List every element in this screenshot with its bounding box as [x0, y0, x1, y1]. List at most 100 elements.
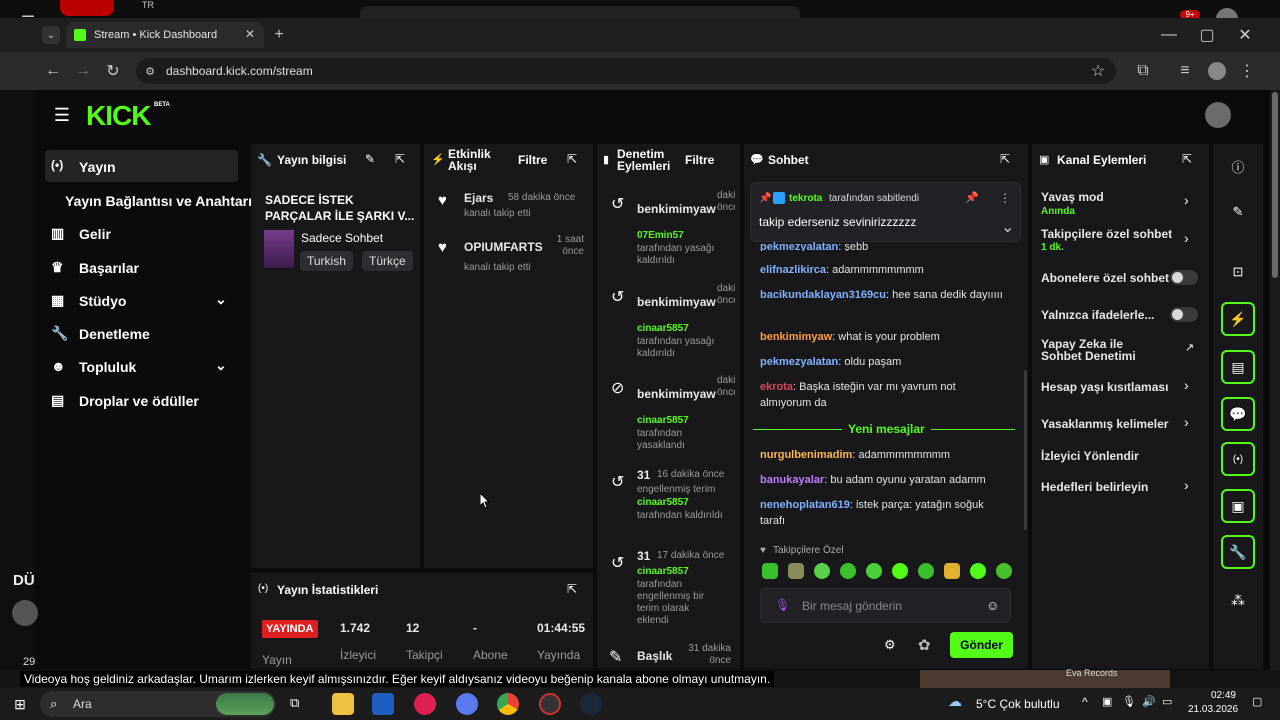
- mod-actor[interactable]: cinaar5857: [637, 497, 689, 508]
- chat-username[interactable]: ekrota: [760, 381, 793, 393]
- maximize-icon[interactable]: ▢: [1198, 26, 1216, 44]
- chat-username[interactable]: pekmezyalatan: [760, 241, 838, 251]
- popout-icon[interactable]: ⇱: [567, 152, 577, 166]
- tab-close-icon[interactable]: ✕: [242, 26, 258, 42]
- mod-actor[interactable]: cinaar5857: [637, 415, 689, 426]
- emote-icon[interactable]: [814, 563, 830, 579]
- sub-only-toggle[interactable]: [1170, 270, 1198, 285]
- tray-chevron-icon[interactable]: ^: [1082, 695, 1088, 709]
- chat-scrollbar[interactable]: [1024, 370, 1027, 530]
- bookmark-star-icon[interactable]: ☆: [1090, 63, 1106, 80]
- app-icon[interactable]: [539, 693, 561, 715]
- action-goals[interactable]: Hedefleri belirleyin ›: [1032, 477, 1209, 497]
- chevron-down-icon[interactable]: ⌄: [1001, 217, 1014, 237]
- media-icon[interactable]: ≡: [1176, 62, 1194, 80]
- chat-username[interactable]: banukayalar: [760, 474, 824, 486]
- emote-icon[interactable]: [840, 563, 856, 579]
- chat-username[interactable]: bacikundaklayan3169cu: [760, 289, 886, 301]
- store-icon[interactable]: [372, 693, 394, 715]
- media-player-icon[interactable]: [414, 693, 436, 715]
- action-ai-moderation[interactable]: Yapay Zeka ile Sohbet Denetimi ↗: [1032, 337, 1209, 367]
- quick-action-broadcast-icon[interactable]: (•): [1221, 442, 1255, 476]
- taskbar-search[interactable]: ⌕ Ara: [40, 691, 276, 717]
- sidebar-item-droplar[interactable]: ▤ Droplar ve ödüller: [45, 384, 238, 416]
- settings-icon[interactable]: ⚙: [884, 637, 896, 653]
- tag-chip[interactable]: Türkçe: [362, 251, 413, 271]
- action-follower-chat[interactable]: Takipçilere özel sohbet 1 dk. ›: [1032, 224, 1209, 256]
- sidebar-item-topluluk[interactable]: ☻ Topluluk ⌄: [45, 350, 238, 382]
- activity-user[interactable]: OPIUMFARTS: [464, 240, 543, 254]
- chat-username[interactable]: nenehoplatan619: [760, 499, 850, 511]
- filter-button[interactable]: Filtre: [685, 153, 714, 167]
- video-search-box[interactable]: [360, 6, 800, 18]
- tab-search-icon[interactable]: ⌄: [42, 26, 60, 44]
- steam-icon[interactable]: [580, 693, 602, 715]
- kick-points-icon[interactable]: ✿: [918, 636, 931, 654]
- extensions-icon[interactable]: ⧉: [1134, 62, 1152, 80]
- edit-icon[interactable]: ✎: [1228, 202, 1248, 222]
- page-scrollbar[interactable]: [1270, 90, 1280, 670]
- quick-action-bolt-icon[interactable]: ⚡: [1221, 302, 1255, 336]
- chat-username[interactable]: benkimimyaw: [760, 331, 832, 343]
- sidebar-item-yayin[interactable]: (•) Yayın: [45, 150, 238, 182]
- popout-icon[interactable]: ⇱: [567, 582, 577, 596]
- new-tab-icon[interactable]: +: [270, 26, 288, 44]
- emote-icon[interactable]: [892, 563, 908, 579]
- sidebar-item-studyo[interactable]: ▦ Stüdyo ⌄: [45, 284, 238, 316]
- windows-start-icon[interactable]: ⊞: [10, 693, 30, 715]
- pinned-author[interactable]: tekrota: [789, 193, 822, 204]
- profile-avatar[interactable]: [1208, 62, 1226, 80]
- clock-date[interactable]: 21.03.2026: [1188, 704, 1238, 715]
- window-close-icon[interactable]: ✕: [1236, 26, 1254, 44]
- notification-icon[interactable]: ▢: [1252, 695, 1262, 708]
- clock-time[interactable]: 02:49: [1194, 690, 1236, 701]
- emote-icon[interactable]: [788, 563, 804, 579]
- popout-icon[interactable]: ⇱: [395, 152, 405, 166]
- send-button[interactable]: Gönder: [950, 632, 1013, 658]
- browser-menu-icon[interactable]: ⋮: [1238, 62, 1256, 80]
- emote-only-toggle[interactable]: [1170, 307, 1198, 322]
- reload-icon[interactable]: ↻: [104, 62, 122, 80]
- emote-icon[interactable]: [996, 563, 1012, 579]
- chat-username[interactable]: elifnazlikirca: [760, 264, 826, 276]
- back-icon[interactable]: ←: [44, 62, 62, 80]
- quick-action-wrench-icon[interactable]: 🔧: [1221, 535, 1255, 569]
- quick-action-chat-icon[interactable]: 💬: [1221, 397, 1255, 431]
- sidebar-item-denetleme[interactable]: 🔧 Denetleme: [45, 317, 238, 349]
- action-account-age[interactable]: Hesap yaşı kısıtlaması ›: [1032, 377, 1209, 397]
- chat-input[interactable]: 🎙 Bir mesaj gönderin ☺: [760, 588, 1011, 623]
- file-explorer-icon[interactable]: [332, 693, 354, 715]
- forward-icon[interactable]: →: [74, 62, 92, 80]
- unpin-icon[interactable]: 📌: [965, 191, 979, 204]
- quick-action-layout-icon[interactable]: ▣: [1221, 489, 1255, 523]
- sidebar-item-basarilar[interactable]: ♛ Başarılar: [45, 251, 238, 283]
- tag-chip[interactable]: Turkish: [300, 251, 353, 271]
- filter-button[interactable]: Filtre: [518, 153, 547, 167]
- mod-actor[interactable]: 07Emin57: [637, 230, 684, 241]
- action-emote-only[interactable]: Yalnızca ifadelerle...: [1032, 305, 1209, 325]
- user-avatar[interactable]: [1205, 102, 1231, 128]
- weather-text[interactable]: 5°C Çok bulutlu: [976, 697, 1060, 711]
- sidebar-item-stream-key[interactable]: Yayın Bağlantısı ve Anahtarı: [45, 184, 252, 216]
- activity-user[interactable]: Ejars: [464, 191, 493, 205]
- action-slow-mode[interactable]: Yavaş mod Anında ›: [1032, 186, 1209, 218]
- task-view-icon[interactable]: ⧉: [290, 695, 299, 711]
- microphone-icon[interactable]: 🎙: [775, 598, 790, 612]
- action-banned-words[interactable]: Yasaklanmış kelimeler ›: [1032, 414, 1209, 434]
- focus-icon[interactable]: ⊡: [1228, 262, 1248, 282]
- kick-logo[interactable]: KICK: [86, 100, 151, 132]
- popout-icon[interactable]: ⇱: [1000, 152, 1010, 166]
- site-info-icon[interactable]: ⚙: [142, 63, 158, 79]
- emote-icon[interactable]: [762, 563, 778, 579]
- edit-icon[interactable]: ✎: [365, 152, 375, 166]
- emote-icon[interactable]: [944, 563, 960, 579]
- emote-icon[interactable]: [970, 563, 986, 579]
- more-actions-icon[interactable]: ⁂: [1228, 590, 1248, 610]
- avatar[interactable]: [1216, 8, 1238, 18]
- scrollbar-thumb[interactable]: [1272, 92, 1278, 278]
- emote-icon[interactable]: [918, 563, 934, 579]
- action-sub-chat[interactable]: Abonelere özel sohbet: [1032, 268, 1209, 288]
- microphone-icon[interactable]: 🎙: [1122, 695, 1136, 708]
- info-icon[interactable]: ⓘ: [1228, 156, 1248, 176]
- chat-username[interactable]: nurgulbenimadim: [760, 449, 852, 461]
